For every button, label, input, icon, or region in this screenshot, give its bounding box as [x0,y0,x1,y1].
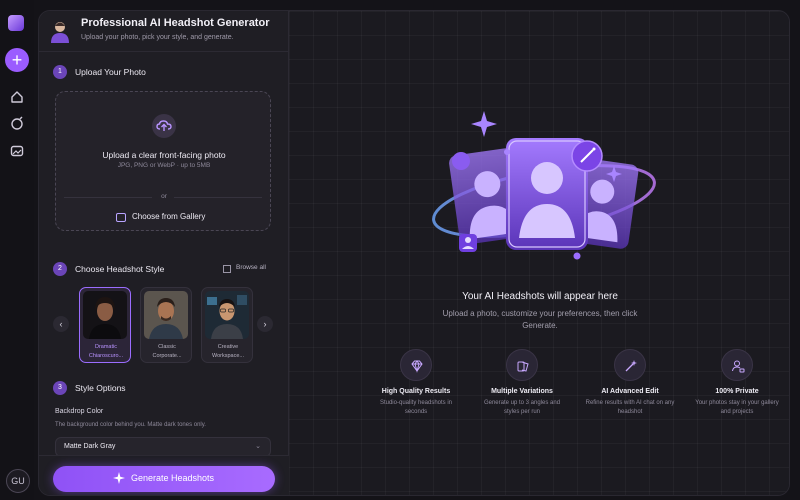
step-2-label: Choose Headshot Style [75,264,165,274]
gallery-label: Choose from Gallery [132,212,206,221]
step-1-number: 1 [53,65,67,79]
backdrop-color-help: The background color behind you. Matte d… [55,422,206,428]
backdrop-color-value: Matte Dark Gray [64,443,116,450]
app-logo[interactable] [8,15,24,31]
divider [39,51,289,52]
chevron-down-icon: ⌄ [255,443,261,450]
feature-ai-advanced-edit: AI Advanced Edit Refine results with AI … [580,349,680,429]
preview-panel: Your AI Headshots will appear here Uploa… [289,11,789,495]
feature-description: Refine results with AI chat on any heads… [585,400,675,415]
headshot-avatar-icon [51,22,69,43]
main-card: Professional AI Headshot Generator Uploa… [38,10,790,496]
style-label: Dramatic Chiaroscuro... [88,344,124,359]
magic-wand-icon [614,349,646,381]
preview-subtitle: Upload a photo, customize your preferenc… [442,309,638,330]
choose-from-gallery-button[interactable]: Choose from Gallery [116,212,226,226]
step-2-number: 2 [53,262,67,276]
magic-edit-icon[interactable] [9,116,25,132]
upload-title: Upload a clear front-facing photo [102,150,226,160]
page-subtitle: Upload your photo, pick your style, and … [81,34,234,41]
feature-multiple-variations: Multiple Variations Generate up to 3 ang… [472,349,572,429]
carousel-prev-button[interactable]: ‹ [53,316,69,332]
style-card-dramatic-chiaroscuro[interactable]: Dramatic Chiaroscuro... [79,287,131,363]
feature-private: 100% Private Your photos stay in your ga… [687,349,787,429]
step-3-number: 3 [53,381,67,395]
backdrop-color-label: Backdrop Color [55,408,104,415]
style-label: Creative Workspace... [212,344,244,359]
feature-high-quality: High Quality Results Studio-quality head… [366,349,466,429]
panel-header: Professional AI Headshot Generator Uploa… [45,17,285,47]
divider [174,197,262,198]
generate-footer: Generate Headshots [39,455,289,495]
feature-description: Your photos stay in your gallery and pro… [695,400,779,415]
page-title: Professional AI Headshot Generator [81,17,270,29]
gallery-icon[interactable] [9,143,25,159]
settings-panel: Professional AI Headshot Generator Uploa… [39,11,289,495]
browse-all-label: Browse all [236,264,266,271]
generate-headshots-button[interactable]: Generate Headshots [53,466,275,492]
diamond-icon [400,349,432,381]
feature-title: Multiple Variations [491,388,553,395]
browse-all-button[interactable]: Browse all [223,264,279,276]
layers-icon [506,349,538,381]
carousel-next-button[interactable]: › [257,316,273,332]
style-thumbnail [205,291,249,339]
grid-icon [223,265,231,273]
headshot-placeholder-illustration [432,111,656,260]
new-project-button[interactable]: + [5,48,29,72]
user-lock-icon [721,349,753,381]
style-card-classic-corporate[interactable]: Classic Corporate... [140,287,192,363]
step-3-label: Style Options [75,383,126,393]
style-card-creative-workspace[interactable]: Creative Workspace... [201,287,253,363]
app-rail: + GU [0,0,34,500]
step-1-label: Upload Your Photo [75,67,146,77]
preview-title: Your AI Headshots will appear here [462,291,618,302]
style-label: Classic Corporate... [152,344,182,359]
upload-dropzone[interactable]: Upload a clear front-facing photo JPG, P… [55,91,271,231]
style-thumbnail [83,291,127,339]
generate-label: Generate Headshots [131,473,215,483]
feature-title: AI Advanced Edit [601,388,659,395]
backdrop-color-select[interactable]: Matte Dark Gray ⌄ [55,437,271,457]
image-icon [116,213,126,222]
home-icon[interactable] [9,89,25,105]
cloud-upload-icon [152,114,176,138]
feature-title: 100% Private [715,388,759,395]
feature-description: Studio-quality headshots in seconds [379,400,453,415]
sparkle-icon [113,472,125,484]
feature-title: High Quality Results [381,388,451,395]
user-avatar[interactable]: GU [6,469,30,493]
feature-description: Generate up to 3 angles and styles per r… [483,400,561,415]
upload-hint: JPG, PNG or WebP · up to 5MB [117,162,211,169]
style-thumbnail [144,291,188,339]
